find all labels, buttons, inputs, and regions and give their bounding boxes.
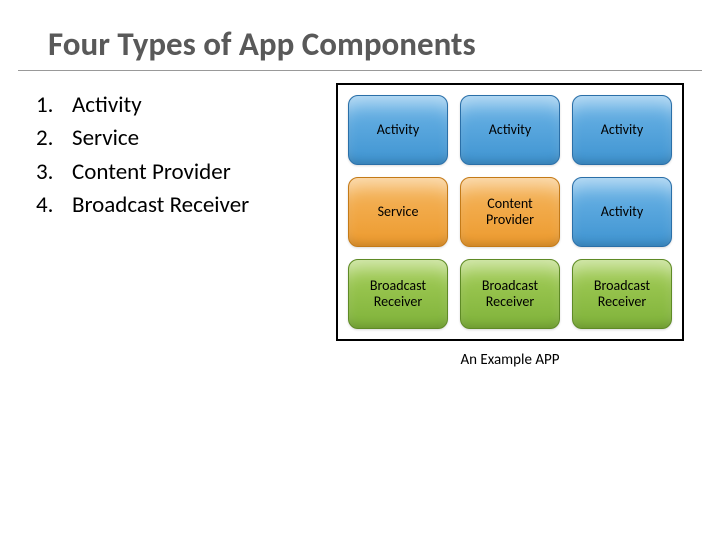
diagram-caption: An Example APP [460, 351, 559, 369]
component-list: Activity Service Content Provider Broadc… [36, 89, 316, 222]
diagram-column: Activity Activity Activity Service Conte… [336, 83, 684, 369]
list-item: Content Provider [36, 156, 316, 189]
example-app-grid: Activity Activity Activity Service Conte… [336, 83, 684, 341]
grid-cell: Activity [348, 95, 448, 165]
grid-cell: Activity [572, 95, 672, 165]
grid-cell: Activity [460, 95, 560, 165]
list-item: Broadcast Receiver [36, 189, 316, 222]
slide-title: Four Types of App Components [18, 0, 702, 71]
grid-cell: Broadcast Receiver [460, 259, 560, 329]
grid-cell: Activity [572, 177, 672, 247]
grid-cell: Broadcast Receiver [348, 259, 448, 329]
grid-cell: Content Provider [460, 177, 560, 247]
grid-cell: Broadcast Receiver [572, 259, 672, 329]
list-item: Activity [36, 89, 316, 122]
slide-content: Activity Service Content Provider Broadc… [0, 71, 720, 369]
grid-cell: Service [348, 177, 448, 247]
list-item: Service [36, 122, 316, 155]
list-column: Activity Service Content Provider Broadc… [36, 83, 316, 369]
